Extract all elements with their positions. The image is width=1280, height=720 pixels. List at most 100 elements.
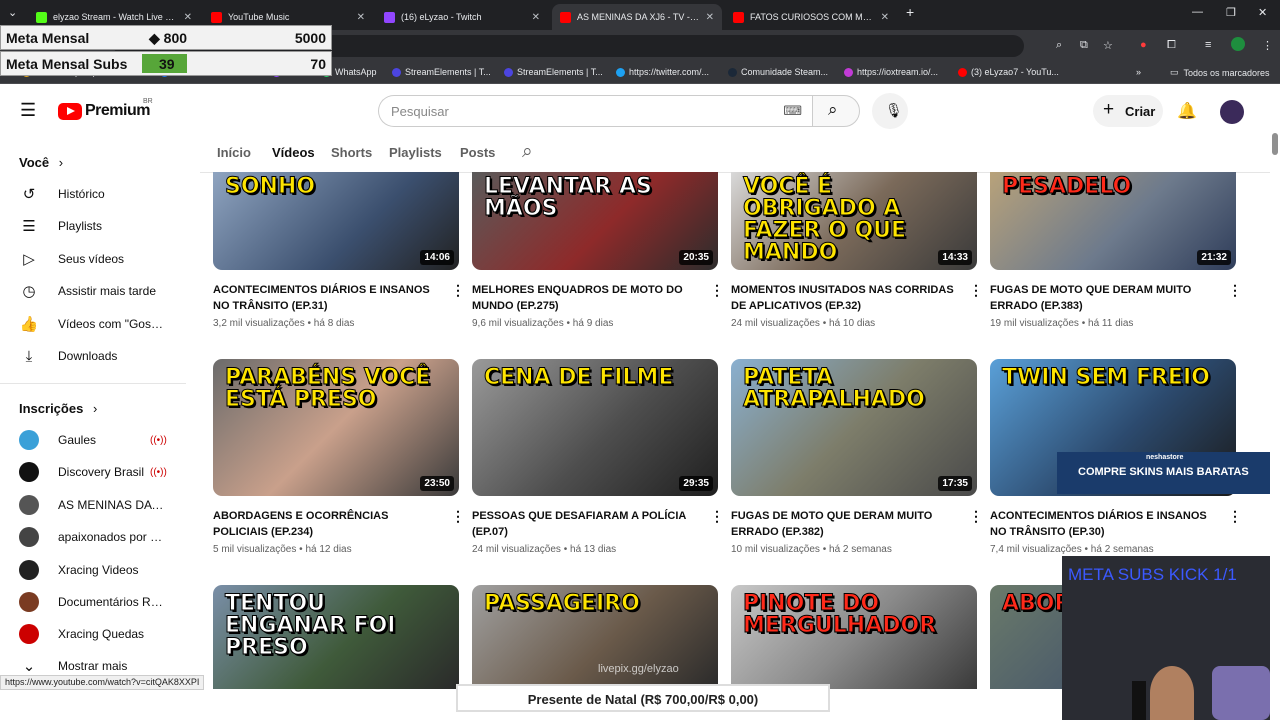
subscription-item[interactable]: Documentários Rurais [0,586,186,618]
thumbnail-caption: CENA DE FILME [484,365,674,390]
sidebar-item-label: Downloads [58,349,118,363]
bookmark-star-icon[interactable]: ☆ [1103,39,1113,52]
bookmark-item[interactable]: StreamElements | T... [392,67,491,77]
video-thumbnail[interactable]: LEVANTAR AS MÃOS 20:35 [472,172,718,270]
sidebar-item[interactable]: ↺ Histórico [0,178,186,210]
close-tab-icon[interactable]: ✕ [357,12,365,23]
thumbnail-caption: SONHO [225,174,316,199]
close-tab-icon[interactable]: ✕ [532,12,540,23]
tab-search-icon[interactable]: ⌄ [8,6,17,19]
video-title[interactable]: ABORDAGENS E OCORRÊNCIAS POLICIAIS (EP.2… [213,508,445,540]
video-thumbnail[interactable]: SONHO 14:06 [213,172,459,270]
tab-shorts[interactable]: Shorts [331,145,372,160]
notifications-bell-icon[interactable]: 🔔 [1177,101,1197,121]
more-actions-icon[interactable]: ⋮ [1228,282,1242,299]
view-count: 24 mil visualizações [472,544,561,555]
tab-posts[interactable]: Posts [460,145,495,160]
tab-playlists[interactable]: Playlists [389,145,442,160]
more-actions-icon[interactable]: ⋮ [451,508,465,525]
video-title[interactable]: ACONTECIMENTOS DIÁRIOS E INSANOS NO TRÂN… [213,282,445,314]
hamburger-menu-icon[interactable]: ☰ [20,100,36,121]
youtube-logo-text[interactable]: Premium [85,102,150,120]
your-videos-icon: ▷ [23,250,35,268]
video-thumbnail[interactable]: PARABÉNS VOCÊ ESTÁ PRESO 23:50 [213,359,459,496]
youtube-logo-icon[interactable] [58,103,82,120]
voice-search-button[interactable]: 🎙 [872,93,908,129]
bookmark-item[interactable]: Comunidade Steam... [728,67,828,77]
all-bookmarks-folder[interactable]: ▭ Todos os marcadores [1170,67,1270,78]
sidebar-item[interactable]: ⤓ Downloads [0,340,186,372]
streamer-head [1150,666,1194,720]
bookmark-item[interactable]: https://ioxtream.io/... [844,67,938,77]
search-input[interactable]: Pesquisar [391,104,449,119]
sidebar-item[interactable]: ▷ Seus vídeos [0,243,186,275]
bookmarks-overflow-icon[interactable]: » [1136,67,1141,77]
search-button[interactable]: ⌕ [812,95,860,127]
meta-mensal-goal: 5000 [294,30,326,46]
profile-icon[interactable] [1231,37,1245,51]
bookmark-favicon-icon [504,67,513,77]
new-tab-button[interactable]: + [906,4,914,20]
zoom-icon[interactable]: ⌕ [1056,39,1062,52]
channel-search-icon[interactable]: ⌕ [522,141,533,163]
restore-icon[interactable]: ❐ [1226,6,1236,19]
video-thumbnail[interactable]: CENA DE FILME 29:35 [472,359,718,496]
more-actions-icon[interactable]: ⋮ [710,508,724,525]
browser-menu-icon[interactable]: ⋮ [1262,39,1273,52]
browser-tab[interactable]: (16) eLyzao - Twitch ✕ [376,4,548,30]
video-title[interactable]: ACONTECIMENTOS DIÁRIOS E INSANOS NO TRÂN… [990,508,1222,540]
video-title[interactable]: MELHORES ENQUADROS DE MOTO DO MUNDO (EP.… [472,282,704,314]
create-button[interactable]: + Criar [1093,95,1163,127]
browser-tab[interactable]: AS MENINAS DA XJ6 - TV - YouTube ✕ [552,4,722,30]
video-thumbnail[interactable]: PASSAGEIRO [472,585,718,689]
voce-section-link[interactable]: Você › [19,155,63,170]
more-actions-icon[interactable]: ⋮ [969,508,983,525]
close-tab-icon[interactable]: ✕ [706,12,714,23]
tab-videos[interactable]: Vídeos [272,145,315,160]
video-title[interactable]: FUGAS DE MOTO QUE DERAM MUITO ERRADO (EP… [990,282,1222,314]
search-box[interactable]: Pesquisar ⌨ [378,95,812,127]
subscription-item[interactable]: Gaules ((•)) [0,424,186,456]
video-title[interactable]: FUGAS DE MOTO QUE DERAM MUITO ERRADO (EP… [731,508,963,540]
live-indicator-icon: ((•)) [150,466,167,478]
minimize-icon[interactable]: — [1192,6,1203,18]
more-actions-icon[interactable]: ⋮ [710,282,724,299]
bookmark-label: (3) eLyzao7 - YouTu... [971,67,1059,77]
install-app-icon[interactable]: ⧉ [1080,39,1088,52]
tab-inicio[interactable]: Início [217,145,251,160]
account-avatar[interactable] [1220,100,1244,124]
video-title[interactable]: MOMENTOS INUSITADOS NAS CORRIDAS DE APLI… [731,282,963,314]
sidebar-item[interactable]: ☰ Playlists [0,210,186,242]
subscription-item[interactable]: apaixonados por motos [0,521,186,553]
sidebar-item[interactable]: ◷ Assistir mais tarde [0,275,186,307]
subscription-item[interactable]: Discovery Brasil ((•)) [0,456,186,488]
close-window-icon[interactable]: ✕ [1258,6,1267,19]
more-actions-icon[interactable]: ⋮ [451,282,465,299]
page-scrollbar[interactable] [1270,88,1280,720]
video-title[interactable]: PESSOAS QUE DESAFIARAM A POLÍCIA (EP.07) [472,508,704,540]
bookmark-item[interactable]: (3) eLyzao7 - YouTu... [958,67,1059,77]
video-thumbnail[interactable]: PATETA ATRAPALHADO 17:35 [731,359,977,496]
scrollbar-thumb[interactable] [1272,133,1278,155]
video-thumbnail[interactable]: PESADELO 21:32 [990,172,1236,270]
subscription-item[interactable]: Xracing Videos [0,554,186,586]
video-thumbnail[interactable]: VOCÊ É OBRIGADO A FAZER O QUE MANDO 14:33 [731,172,977,270]
subscription-item[interactable]: AS MENINAS DA XJ6 - TV [0,489,186,521]
video-thumbnail[interactable]: PINOTE DO MERGULHADOR [731,585,977,689]
close-tab-icon[interactable]: ✕ [184,12,192,23]
video-thumbnail[interactable]: TENTOU ENGANAR FOI PRESO [213,585,459,689]
media-controls-icon[interactable]: ≡ [1205,39,1211,51]
extensions-icon[interactable]: ⧠ [1167,39,1176,52]
sidebar-item[interactable]: 👍 Vídeos com "Gostei" [0,308,186,340]
subscriptions-section-link[interactable]: Inscrições › [19,401,97,416]
bookmark-item[interactable]: StreamElements | T... [504,67,603,77]
keyboard-icon[interactable]: ⌨ [783,103,802,119]
more-actions-icon[interactable]: ⋮ [969,282,983,299]
close-tab-icon[interactable]: ✕ [881,12,889,23]
subscription-item[interactable]: Xracing Quedas [0,618,186,650]
like-icon: 👍 [19,315,39,333]
browser-tab[interactable]: FATOS CURIOSOS COM MOTOR ✕ [725,4,897,30]
bookmark-item[interactable]: https://twitter.com/... [616,67,709,77]
more-actions-icon[interactable]: ⋮ [1228,508,1242,525]
extension-record-icon[interactable]: ● [1140,39,1147,51]
